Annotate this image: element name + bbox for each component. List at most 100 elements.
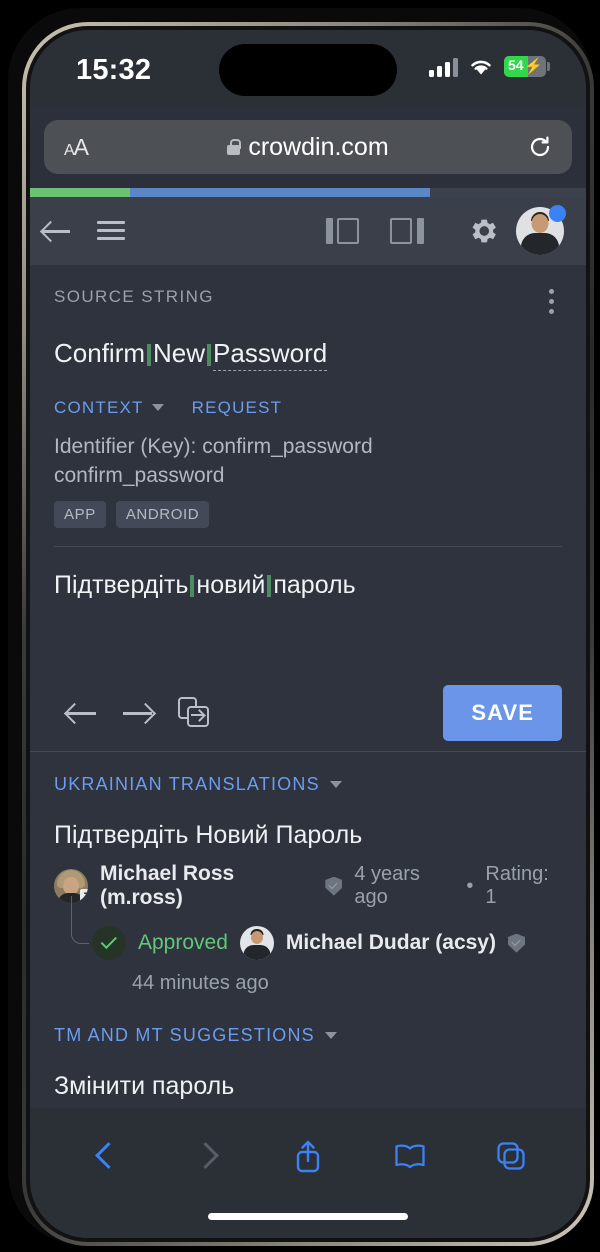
shield-check-icon xyxy=(507,933,525,953)
reload-icon[interactable] xyxy=(528,135,552,159)
book-icon xyxy=(394,1144,425,1169)
context-body: Identifier (Key): confirm_password confi… xyxy=(30,418,586,548)
source-string-label: SOURCE STRING xyxy=(54,287,214,306)
space-marker xyxy=(207,344,212,366)
chevron-down-icon xyxy=(329,781,342,789)
chevron-down-icon xyxy=(151,404,164,411)
context-tabs: CONTEXT REQUEST xyxy=(30,376,586,418)
ukrainian-translations-section: UKRAINIAN TRANSLATIONS Підтвердіть Новий… xyxy=(30,752,586,995)
arrow-left-icon xyxy=(43,220,71,242)
progress-translated xyxy=(30,188,131,197)
approval-time: 44 minutes ago xyxy=(132,972,269,995)
source-word-1: Confirm xyxy=(54,338,146,368)
space-marker xyxy=(190,575,195,598)
save-button[interactable]: SAVE xyxy=(443,685,562,742)
notification-dot xyxy=(549,205,566,222)
approver-avatar xyxy=(239,926,274,961)
panel-right-toggle-icon xyxy=(390,218,424,244)
translation-entry-text: Підтвердіть Новий Пароль xyxy=(54,821,363,850)
translation-word-2: новий xyxy=(196,571,266,600)
source-word-2: New xyxy=(153,338,206,368)
translations-section-header[interactable]: UKRAINIAN TRANSLATIONS xyxy=(54,774,562,795)
address-bar[interactable]: AA crowdin.com xyxy=(44,120,572,174)
key-line: confirm_password xyxy=(54,464,225,488)
more-vertical-icon[interactable] xyxy=(545,285,558,318)
dynamic-island xyxy=(219,44,397,96)
previous-string-button[interactable] xyxy=(54,689,110,737)
chevron-left-icon xyxy=(97,1142,113,1170)
arrow-left-icon xyxy=(67,702,97,724)
author-name[interactable]: Michael Ross (m.ross) xyxy=(100,862,313,910)
check-circle-icon xyxy=(92,926,126,961)
bookmarks-button[interactable] xyxy=(384,1132,436,1180)
tag-app[interactable]: APP xyxy=(54,501,106,529)
tabs-icon xyxy=(497,1142,525,1170)
settings-button[interactable] xyxy=(456,204,510,258)
translation-text: Підтвердіть новий пароль xyxy=(54,571,562,600)
suggestion-text[interactable]: Змінити пароль xyxy=(54,1072,562,1101)
tab-request[interactable]: REQUEST xyxy=(192,398,283,418)
copy-source-button[interactable] xyxy=(166,689,222,737)
translation-rating: Rating: 1 xyxy=(485,863,549,909)
panel-left-toggle-icon xyxy=(326,218,360,244)
home-indicator xyxy=(208,1213,408,1220)
chevron-right-icon xyxy=(198,1142,214,1170)
tabs-button[interactable] xyxy=(485,1132,537,1180)
project-progress-bar xyxy=(30,188,586,197)
user-avatar[interactable] xyxy=(516,205,566,255)
tab-context-label: CONTEXT xyxy=(54,397,144,417)
identifier-line: Identifier (Key): confirm_password xyxy=(54,434,373,458)
ios-status-bar: 15:32 54 ⚡ xyxy=(30,30,586,108)
suggestions-section-header[interactable]: TM AND MT SUGGESTIONS xyxy=(54,1025,562,1046)
menu-button[interactable] xyxy=(84,204,138,258)
translation-word-1: Підтвердіть xyxy=(54,571,189,600)
translation-author-row: TM Michael Ross (m.ross) 4 years ago • R… xyxy=(54,862,562,910)
translation-word-3: пароль xyxy=(273,571,356,600)
translations-header-label: UKRAINIAN TRANSLATIONS xyxy=(54,774,320,795)
translation-time: 4 years ago xyxy=(354,863,420,909)
source-word-3: Password xyxy=(213,338,328,371)
phone-screen: 15:32 54 ⚡ AA crowdin.com SOURCE STRING … xyxy=(30,30,586,1238)
web-page-content: SOURCE STRING Confirm New Password CONTEXT… xyxy=(30,188,586,1148)
browser-forward-button[interactable] xyxy=(180,1132,232,1180)
approver-name[interactable]: Michael Dudar (acsy) xyxy=(286,931,496,955)
meta-separator: • xyxy=(466,874,474,897)
approval-row: Approved Michael Dudar (acsy) xyxy=(71,896,562,961)
hamburger-menu-icon xyxy=(97,221,125,241)
context-tags: APP ANDROID xyxy=(54,501,562,529)
url-text: crowdin.com xyxy=(248,132,389,161)
tab-context[interactable]: CONTEXT xyxy=(54,398,164,418)
approval-status: Approved xyxy=(138,931,228,955)
share-icon xyxy=(296,1140,320,1173)
copy-source-icon xyxy=(178,697,210,729)
suggestions-header-label: TM AND MT SUGGESTIONS xyxy=(54,1025,315,1046)
toggle-right-panel-button[interactable] xyxy=(380,204,434,258)
shield-check-icon xyxy=(325,876,343,896)
space-marker xyxy=(267,575,272,598)
text-size-button[interactable]: AA xyxy=(64,134,89,161)
thread-connector xyxy=(71,896,89,945)
wifi-icon xyxy=(471,60,491,74)
progress-approved xyxy=(130,188,431,197)
gear-icon xyxy=(472,219,496,243)
charging-bolt-icon: ⚡ xyxy=(524,58,543,75)
browser-bottom-bar xyxy=(30,1108,586,1238)
tab-request-label: REQUEST xyxy=(191,397,283,417)
toggle-left-panel-button[interactable] xyxy=(316,204,370,258)
status-time: 15:32 xyxy=(76,54,152,86)
space-marker xyxy=(147,344,152,366)
tag-android[interactable]: ANDROID xyxy=(115,501,210,529)
source-string-text: Confirm New Password xyxy=(54,337,562,371)
arrow-right-icon xyxy=(123,702,153,724)
lock-icon xyxy=(227,139,242,155)
editor-actions: SAVE xyxy=(30,675,586,751)
battery-percent: 54 xyxy=(508,57,524,73)
source-string-panel: SOURCE STRING Confirm New Password xyxy=(30,265,586,376)
share-button[interactable] xyxy=(282,1132,334,1180)
translation-input[interactable]: Підтвердіть новий пароль xyxy=(30,547,586,675)
next-string-button[interactable] xyxy=(110,689,166,737)
editor-toolbar xyxy=(30,197,586,265)
back-button[interactable] xyxy=(30,204,84,258)
status-indicators: 54 ⚡ xyxy=(429,56,550,77)
browser-back-button[interactable] xyxy=(79,1132,131,1180)
